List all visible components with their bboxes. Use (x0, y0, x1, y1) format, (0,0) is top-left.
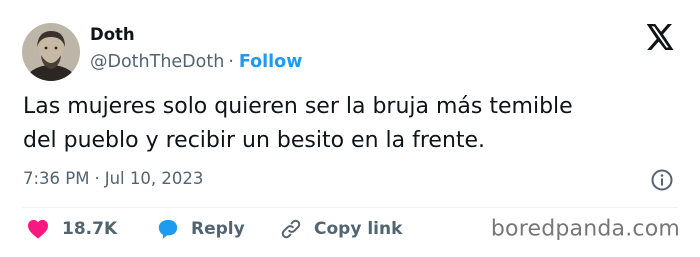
avatar-portrait-image (22, 23, 80, 81)
avatar[interactable] (22, 23, 80, 81)
tweet-timestamp[interactable]: 7:36 PM · Jul 10, 2023 (23, 168, 203, 190)
reply-label: Reply (191, 219, 245, 239)
author-handle-row: @DothTheDoth · Follow (90, 51, 302, 73)
tweet-text-line-2: del pueblo y recibir un besito en la fre… (23, 128, 486, 153)
tweet-time[interactable]: 7:36 PM (23, 169, 89, 188)
tweet-text: Las mujeres solo quieren ser la bruja má… (23, 90, 673, 158)
heart-icon (28, 219, 48, 239)
tweet-date[interactable]: Jul 10, 2023 (105, 169, 204, 188)
author-name[interactable]: Doth (90, 25, 135, 45)
info-icon[interactable] (650, 168, 674, 192)
copy-link-button[interactable]: Copy link (279, 217, 402, 241)
follow-button[interactable]: Follow (239, 52, 302, 72)
timestamp-separator: · (94, 169, 100, 188)
tweet-text-line-1: Las mujeres solo quieren ser la bruja má… (23, 94, 573, 119)
likes-count: 18.7K (62, 219, 118, 239)
reply-button[interactable]: Reply (157, 218, 245, 240)
speech-bubble-icon (158, 219, 178, 239)
author-handle[interactable]: @DothTheDoth (90, 52, 224, 72)
handle-separator: · (228, 52, 234, 72)
copy-link-label: Copy link (314, 219, 403, 239)
x-logo-icon[interactable] (646, 24, 675, 50)
link-icon (281, 219, 301, 239)
divider (22, 207, 678, 208)
like-button[interactable]: 18.7K (27, 219, 117, 239)
source-watermark: boredpanda.com (490, 216, 680, 242)
